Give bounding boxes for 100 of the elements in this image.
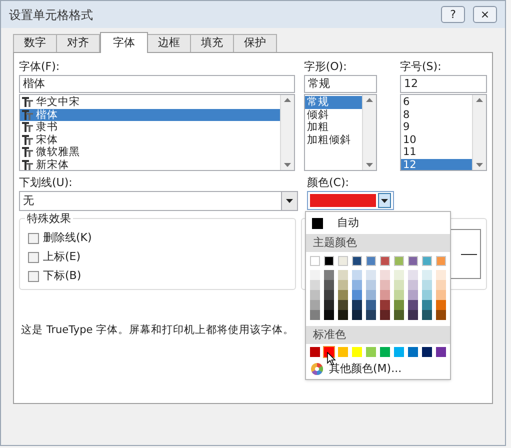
checkbox[interactable] bbox=[28, 233, 39, 244]
list-item[interactable]: 6 bbox=[401, 96, 472, 108]
underline-dropdown[interactable]: 无 bbox=[19, 191, 298, 211]
automatic-color-option[interactable]: 自动 bbox=[306, 212, 450, 234]
list-box[interactable]: 6 8 9 10 11 12 bbox=[400, 94, 487, 171]
scroll-down-icon[interactable] bbox=[476, 163, 483, 167]
tab[interactable]: 对齐 bbox=[56, 34, 100, 52]
color-swatch[interactable] bbox=[352, 310, 362, 320]
color-swatch[interactable] bbox=[436, 300, 446, 310]
tab[interactable]: 字体 bbox=[100, 32, 148, 53]
color-swatch[interactable] bbox=[380, 347, 390, 357]
list-item[interactable]: 8 bbox=[401, 108, 472, 121]
list-item[interactable]: 隶书 bbox=[20, 121, 280, 134]
color-swatch[interactable] bbox=[422, 256, 432, 266]
list-item[interactable]: 宋体 bbox=[20, 134, 280, 146]
color-swatch[interactable] bbox=[408, 300, 418, 310]
color-swatch[interactable] bbox=[408, 280, 418, 290]
tab[interactable]: 数字 bbox=[13, 34, 57, 52]
list-item[interactable]: 11 bbox=[401, 146, 472, 158]
color-swatch[interactable] bbox=[408, 290, 418, 300]
list-item[interactable]: 10 bbox=[401, 134, 472, 146]
color-swatch[interactable] bbox=[394, 280, 404, 290]
color-swatch[interactable] bbox=[436, 290, 446, 300]
color-swatch[interactable] bbox=[394, 290, 404, 300]
color-swatch[interactable] bbox=[408, 270, 418, 280]
list-item[interactable]: 加粗倾斜 bbox=[304, 134, 362, 146]
color-swatch[interactable] bbox=[436, 256, 446, 266]
color-swatch[interactable] bbox=[366, 270, 376, 280]
text-field[interactable]: 12 bbox=[400, 75, 487, 93]
list-item[interactable]: 新宋体 bbox=[20, 158, 280, 170]
scrollbar[interactable] bbox=[472, 95, 486, 170]
color-swatch[interactable] bbox=[366, 347, 376, 357]
color-swatch[interactable] bbox=[380, 280, 390, 290]
color-swatch[interactable] bbox=[422, 310, 432, 320]
help-button[interactable]: ? bbox=[441, 6, 465, 23]
color-swatch[interactable] bbox=[352, 347, 362, 357]
scroll-down-icon[interactable] bbox=[284, 163, 291, 167]
color-swatch[interactable] bbox=[324, 290, 334, 300]
list-box[interactable]: 华文中宋 楷体 隶书 宋体 微软雅黑 新宋体 bbox=[19, 94, 295, 171]
close-button[interactable]: × bbox=[473, 6, 497, 23]
color-swatch[interactable] bbox=[408, 310, 418, 320]
color-swatch[interactable] bbox=[380, 310, 390, 320]
color-swatch[interactable] bbox=[338, 300, 348, 310]
color-swatch[interactable] bbox=[436, 310, 446, 320]
color-swatch[interactable] bbox=[352, 290, 362, 300]
list-item[interactable]: 微软雅黑 bbox=[20, 146, 280, 158]
tab[interactable]: 填充 bbox=[190, 34, 234, 52]
color-swatch[interactable] bbox=[366, 280, 376, 290]
color-swatch[interactable] bbox=[338, 290, 348, 300]
checkbox[interactable] bbox=[28, 271, 39, 282]
color-swatch[interactable] bbox=[338, 270, 348, 280]
color-swatch[interactable] bbox=[366, 300, 376, 310]
list-item[interactable]: 9 bbox=[401, 121, 472, 134]
color-swatch[interactable] bbox=[324, 300, 334, 310]
color-swatch[interactable] bbox=[422, 270, 432, 280]
color-swatch[interactable] bbox=[394, 310, 404, 320]
color-swatch[interactable] bbox=[436, 347, 446, 357]
scroll-up-icon[interactable] bbox=[284, 98, 291, 102]
color-swatch[interactable] bbox=[324, 270, 334, 280]
color-swatch[interactable] bbox=[310, 290, 320, 300]
scroll-down-icon[interactable] bbox=[366, 163, 373, 167]
color-swatch[interactable] bbox=[310, 347, 320, 357]
color-swatch[interactable] bbox=[394, 300, 404, 310]
list-item[interactable]: 12 bbox=[401, 158, 472, 170]
color-swatch[interactable] bbox=[422, 290, 432, 300]
color-swatch[interactable] bbox=[366, 310, 376, 320]
color-swatch[interactable] bbox=[380, 270, 390, 280]
scroll-up-icon[interactable] bbox=[366, 98, 373, 102]
tab[interactable]: 保护 bbox=[233, 34, 277, 52]
color-swatch[interactable] bbox=[394, 270, 404, 280]
color-swatch[interactable] bbox=[380, 256, 390, 266]
color-swatch[interactable] bbox=[310, 310, 320, 320]
color-swatch[interactable] bbox=[366, 290, 376, 300]
color-swatch[interactable] bbox=[436, 270, 446, 280]
color-swatch[interactable] bbox=[324, 256, 334, 266]
list-item[interactable]: 加粗 bbox=[304, 121, 362, 134]
list-item[interactable]: 华文中宋 bbox=[20, 96, 280, 108]
color-swatch[interactable] bbox=[324, 280, 334, 290]
checkbox[interactable] bbox=[28, 252, 39, 263]
color-swatch[interactable] bbox=[338, 347, 348, 357]
text-field[interactable]: 楷体 bbox=[19, 75, 295, 93]
scroll-up-icon[interactable] bbox=[476, 98, 483, 102]
color-swatch[interactable] bbox=[310, 256, 320, 266]
color-swatch[interactable] bbox=[310, 300, 320, 310]
tab[interactable]: 边框 bbox=[147, 34, 191, 52]
color-swatch[interactable] bbox=[408, 256, 418, 266]
scrollbar[interactable] bbox=[362, 95, 376, 170]
list-item[interactable]: 常规 bbox=[304, 96, 362, 108]
color-swatch[interactable] bbox=[352, 300, 362, 310]
color-swatch[interactable] bbox=[422, 347, 432, 357]
text-field[interactable]: 常规 bbox=[304, 75, 377, 93]
color-swatch[interactable] bbox=[352, 270, 362, 280]
color-swatch[interactable] bbox=[380, 300, 390, 310]
color-swatch[interactable] bbox=[338, 256, 348, 266]
color-swatch[interactable] bbox=[310, 280, 320, 290]
color-swatch[interactable] bbox=[324, 310, 334, 320]
color-swatch[interactable] bbox=[338, 280, 348, 290]
color-swatch[interactable] bbox=[310, 270, 320, 280]
color-swatch[interactable] bbox=[352, 256, 362, 266]
color-swatch[interactable] bbox=[394, 256, 404, 266]
